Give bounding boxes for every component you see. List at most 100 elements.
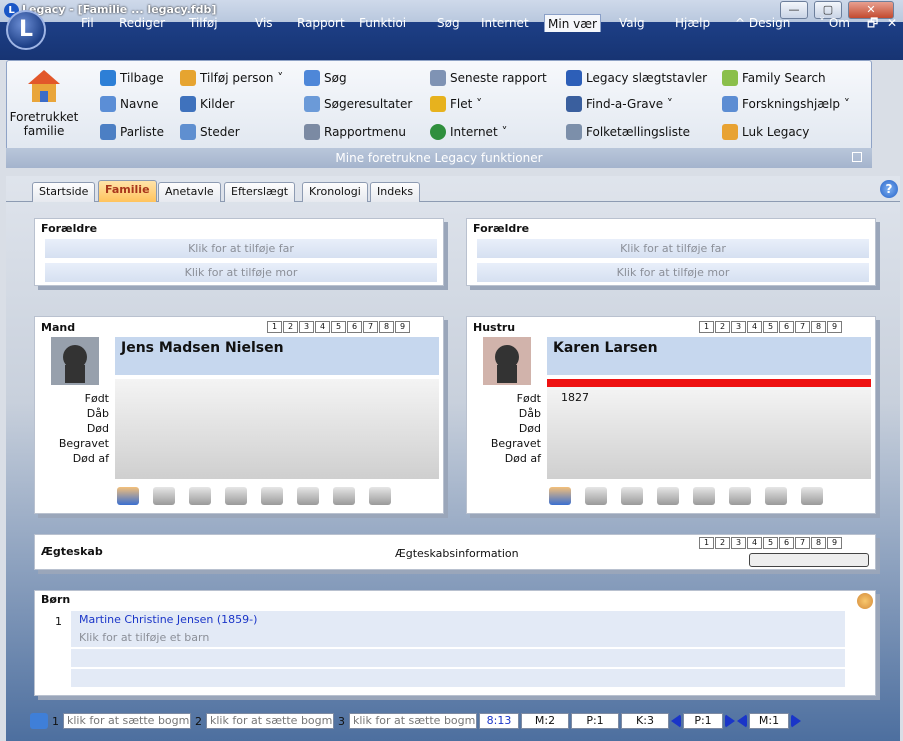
num-6[interactable]: 6 [347,321,362,333]
tab-startside[interactable]: Startside [32,182,96,202]
recent-report-button[interactable]: Seneste rapport [430,70,547,86]
num-1[interactable]: 1 [699,537,714,549]
menu-tilfoj[interactable]: Tilføj [186,14,221,32]
num-5[interactable]: 5 [763,321,778,333]
add-person-button[interactable]: Tilføj person ˅ [180,70,283,86]
num-2[interactable]: 2 [283,321,298,333]
sources-button[interactable]: Kilder [180,96,234,112]
husband-avatar[interactable] [51,337,99,385]
child-row[interactable]: Martine Christine Jensen (1859-) [71,611,845,629]
favorite-family-button[interactable]: Foretrukket familie [8,110,80,138]
num-7[interactable]: 7 [363,321,378,333]
num-4[interactable]: 4 [315,321,330,333]
add-father-slot[interactable]: Klik for at tilføje far [477,238,869,258]
num-6[interactable]: 6 [779,321,794,333]
merge-button[interactable]: Flet ˅ [430,96,482,112]
marriage-info-link[interactable]: Ægteskabsinformation [395,547,519,560]
search-button[interactable]: Søg [304,70,347,86]
num-9[interactable]: 9 [827,537,842,549]
marriage-tool-icons[interactable] [749,553,869,567]
marriage-number-buttons[interactable]: 123456789 [699,537,842,549]
app-orb-button[interactable]: L [6,10,46,50]
num-3[interactable]: 3 [731,321,746,333]
add-mother-slot[interactable]: Klik for at tilføje mor [45,262,437,282]
places-button[interactable]: Steder [180,124,240,140]
next-marriage-icon[interactable] [791,714,801,728]
add-child-row[interactable]: Klik for at tilføje et barn [71,629,845,647]
pictures-icon[interactable] [729,487,751,505]
tab-efterslaegt[interactable]: Efterslægt [224,182,296,202]
wife-number-buttons[interactable]: 123456789 [699,321,842,333]
couples-list-button[interactable]: Parliste [100,124,164,140]
num-3[interactable]: 3 [731,537,746,549]
num-9[interactable]: 9 [827,321,842,333]
library-icon[interactable] [765,487,787,505]
home-icon[interactable] [24,66,64,106]
tab-kronologi[interactable]: Kronologi [302,182,368,202]
num-2[interactable]: 2 [715,537,730,549]
ribbon-expand-icon[interactable] [852,152,862,162]
num-7[interactable]: 7 [795,321,810,333]
wife-events-area[interactable]: 1827 [547,387,871,479]
husband-events-area[interactable] [115,379,439,479]
menu-om[interactable]: ˅ Om [816,14,853,32]
pictures-icon[interactable] [297,487,319,505]
research-help-button[interactable]: Forskningshjælp ˅ [722,96,850,112]
next-parents-icon[interactable] [725,714,735,728]
num-4[interactable]: 4 [747,321,762,333]
notes-icon[interactable] [657,487,679,505]
menu-hjaelp[interactable]: Hjælp [672,14,713,32]
menu-rapport[interactable]: Rapport [294,14,348,32]
group-icon[interactable] [369,487,391,505]
bookmark-icon[interactable] [30,713,48,729]
menu-vis[interactable]: Vis [252,14,276,32]
sources-icon[interactable] [261,487,283,505]
menu-rediger[interactable]: Rediger [116,14,168,32]
individual-icon[interactable] [117,487,139,505]
close-doc-icon[interactable]: ✕ [884,14,900,32]
num-4[interactable]: 4 [747,537,762,549]
spouses-icon[interactable] [621,487,643,505]
num-5[interactable]: 5 [331,321,346,333]
empty-child-row[interactable] [71,649,845,667]
bookmark-slot-1[interactable]: klik for at sætte bogm [63,713,191,729]
empty-child-row[interactable] [71,669,845,687]
names-button[interactable]: Navne [100,96,158,112]
wife-name[interactable]: Karen Larsen [547,337,871,375]
add-father-slot[interactable]: Klik for at tilføje far [45,238,437,258]
wife-avatar[interactable] [483,337,531,385]
menu-funktioner[interactable]: Funktioi [356,14,409,32]
tab-familie[interactable]: Familie [98,180,157,202]
num-8[interactable]: 8 [811,537,826,549]
num-5[interactable]: 5 [763,537,778,549]
tab-anetavle[interactable]: Anetavle [158,182,221,202]
add-mother-slot[interactable]: Klik for at tilføje mor [477,262,869,282]
report-menu-button[interactable]: Rapportmenu [304,124,406,140]
family-charts-button[interactable]: Legacy slægtstavler [566,70,707,86]
num-3[interactable]: 3 [299,321,314,333]
internet-button[interactable]: Internet ˅ [430,124,507,140]
num-1[interactable]: 1 [699,321,714,333]
spouses-icon[interactable] [189,487,211,505]
group-icon[interactable] [801,487,823,505]
individual-icon[interactable] [549,487,571,505]
num-8[interactable]: 8 [379,321,394,333]
menu-sog[interactable]: Søg [434,14,463,32]
menu-valg[interactable]: Valg [616,14,648,32]
num-9[interactable]: 9 [395,321,410,333]
num-1[interactable]: 1 [267,321,282,333]
parents-icon[interactable] [585,487,607,505]
num-8[interactable]: 8 [811,321,826,333]
parents-icon[interactable] [153,487,175,505]
sources-icon[interactable] [693,487,715,505]
menu-design[interactable]: ^ Design [732,14,793,32]
prev-parents-icon[interactable] [671,714,681,728]
husband-name[interactable]: Jens Madsen Nielsen [115,337,439,375]
menu-min-vaerktoejer[interactable]: Min vær [544,14,601,32]
library-icon[interactable] [333,487,355,505]
prev-marriage-icon[interactable] [737,714,747,728]
census-list-button[interactable]: Folketællingsliste [566,124,690,140]
close-legacy-button[interactable]: Luk Legacy [722,124,809,140]
bookmark-slot-3[interactable]: klik for at sætte bogm [349,713,477,729]
menu-internet[interactable]: Internet [478,14,532,32]
